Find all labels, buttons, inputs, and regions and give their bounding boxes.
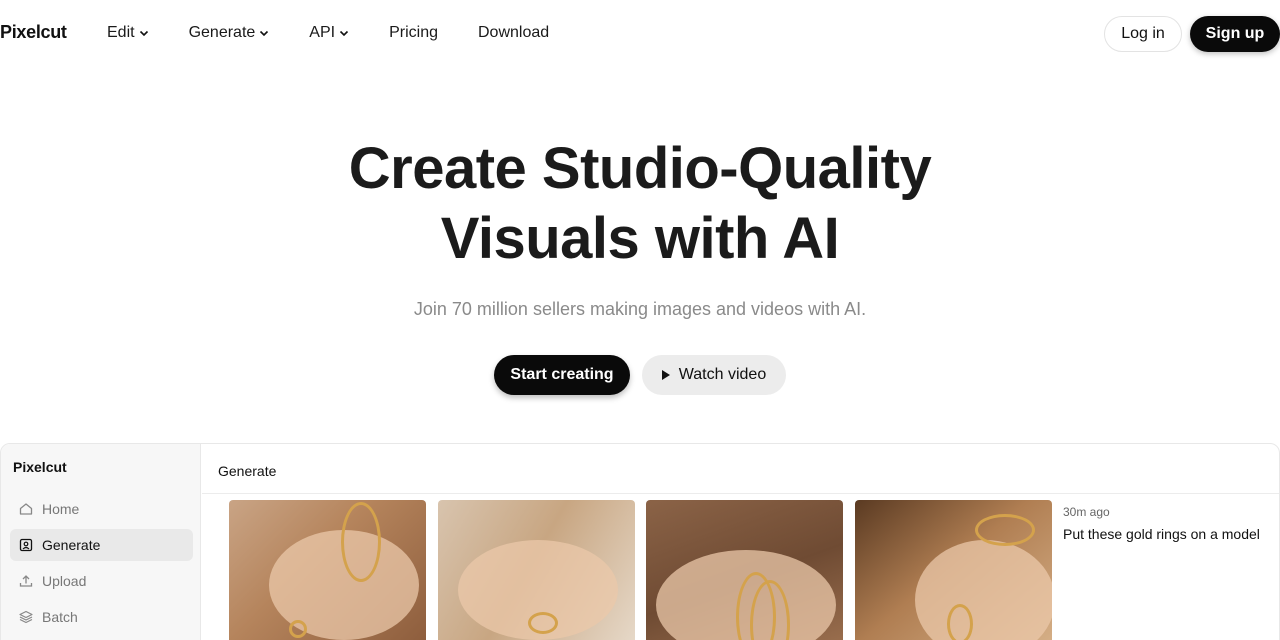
nav-download-label: Download (478, 24, 550, 41)
login-button[interactable]: Log in (1104, 16, 1182, 52)
generate-header: Generate (202, 444, 1279, 494)
generation-time: 30m ago (1063, 505, 1110, 519)
sidebar-item-batch[interactable]: Batch (10, 601, 193, 633)
top-nav: Pixelcut Edit Generate API Pricing Downl… (0, 0, 1280, 68)
sidebar-item-label: Batch (42, 609, 78, 625)
sidebar-item-label: Generate (42, 537, 101, 553)
hero-title-line-2: Visuals with AI (440, 206, 840, 271)
generation-prompt: Put these gold rings on a model (1063, 526, 1260, 542)
sidebar-item-label: Upload (42, 573, 87, 589)
ring-shape (947, 604, 973, 640)
nav-api-label: API (309, 24, 336, 41)
start-creating-button[interactable]: Start creating (494, 355, 630, 395)
bracelet-shape (528, 612, 558, 634)
generated-image-4[interactable] (855, 500, 1052, 640)
generated-image-3[interactable] (646, 500, 843, 640)
chevron-down-icon (340, 30, 349, 37)
nav-download-link[interactable]: Download (478, 24, 549, 42)
bracelet-shape (975, 514, 1035, 546)
nav-generate-label: Generate (188, 24, 256, 41)
ring-shape (289, 620, 307, 638)
generated-image-1[interactable] (229, 500, 426, 640)
hand-shape (915, 540, 1052, 640)
nav-pricing-label: Pricing (389, 24, 438, 41)
signup-button[interactable]: Sign up (1190, 16, 1280, 52)
generated-image-2[interactable] (438, 500, 635, 640)
nav-links: Edit Generate API Pricing Download (107, 24, 549, 42)
sidebar-item-label: Home (42, 501, 80, 517)
play-icon (661, 370, 670, 380)
nav-edit-label: Edit (107, 24, 135, 41)
home-icon (19, 503, 33, 515)
hero-title: Create Studio-Quality Visuals with AI (0, 134, 1280, 274)
watch-video-button[interactable]: Watch video (642, 355, 786, 395)
bracelet-shape (341, 502, 381, 582)
sidebar-item-generate[interactable]: Generate (10, 529, 193, 561)
sidebar-item-upload[interactable]: Upload (10, 565, 193, 597)
nav-pricing-link[interactable]: Pricing (389, 24, 438, 42)
hero-title-line-1: Create Studio-Quality (348, 136, 932, 201)
nav-api-menu[interactable]: API (309, 24, 349, 42)
watch-video-label: Watch video (678, 366, 767, 383)
app-sidebar: Pixelcut Home Generate Upload Batch (1, 444, 201, 640)
upload-icon (19, 575, 33, 587)
chevron-down-icon (139, 30, 148, 37)
sidebar-title: Pixelcut (13, 459, 67, 475)
hero-subtitle: Join 70 million sellers making images an… (413, 299, 867, 319)
layers-icon (19, 610, 33, 624)
chevron-down-icon (260, 30, 269, 37)
app-preview: Pixelcut Home Generate Upload Batch Gene… (0, 443, 1280, 640)
nav-edit-menu[interactable]: Edit (107, 24, 149, 42)
generate-header-title: Generate (218, 463, 277, 479)
nav-generate-menu[interactable]: Generate (189, 24, 270, 42)
pixelcut-logo[interactable]: Pixelcut (0, 22, 67, 43)
generate-icon (19, 538, 33, 552)
sidebar-item-home[interactable]: Home (10, 493, 193, 525)
